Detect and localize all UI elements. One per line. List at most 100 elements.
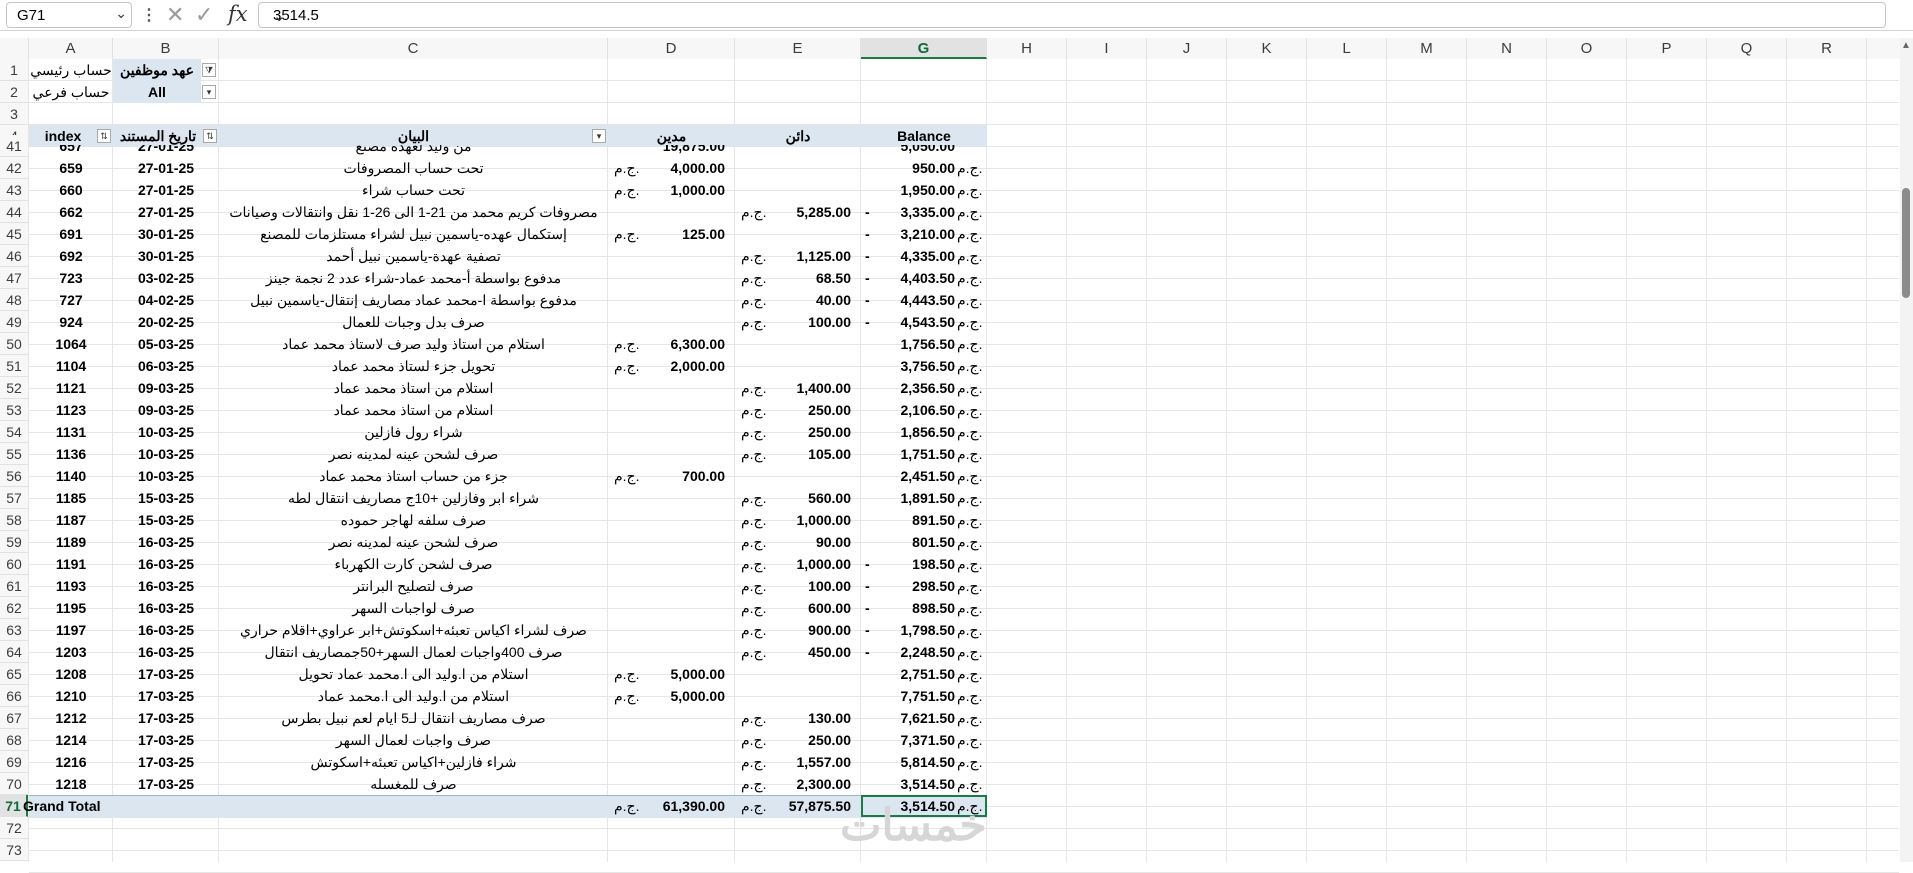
row-clipped: من وليد لعهدة مصنع xyxy=(355,145,472,154)
row-credit: 250.00 xyxy=(808,732,851,748)
row-header-45[interactable]: 45 xyxy=(0,223,28,245)
column-header-b[interactable]: B xyxy=(113,38,219,59)
row-header-64[interactable]: 64 xyxy=(0,641,28,663)
currency-symbol: ج.م. xyxy=(957,732,983,748)
row-date: 16-03-25 xyxy=(137,644,195,660)
row-date: 30-01-25 xyxy=(137,226,195,242)
row-header-63[interactable]: 63 xyxy=(0,619,28,641)
row-header-1[interactable]: 1 xyxy=(0,59,28,81)
row-header-50[interactable]: 50 xyxy=(0,333,28,355)
row-header-65[interactable]: 65 xyxy=(0,663,28,685)
filter-applied-icon[interactable]: ⧩ xyxy=(202,63,216,77)
row-header-67[interactable]: 67 xyxy=(0,707,28,729)
dropdown-icon[interactable]: ▾ xyxy=(592,129,606,143)
row-header-62[interactable]: 62 xyxy=(0,597,28,619)
row-date: 15-03-25 xyxy=(137,490,195,506)
header-debit[interactable]: مدين xyxy=(608,125,735,147)
row-header-43[interactable]: 43 xyxy=(0,179,28,201)
scroll-up-icon[interactable]: ▲ xyxy=(1901,40,1911,51)
chevron-down-icon[interactable]: ⌄ xyxy=(115,5,127,22)
row-header-59[interactable]: 59 xyxy=(0,531,28,553)
row-header-72[interactable]: 72 xyxy=(0,817,28,839)
row-header-52[interactable]: 52 xyxy=(0,377,28,399)
column-header-r[interactable]: R xyxy=(1787,38,1867,59)
currency-symbol: ج.م. xyxy=(957,248,983,264)
pivot-filter-value[interactable]: عهد موظفين xyxy=(113,59,201,81)
column-header-d[interactable]: D xyxy=(608,38,735,59)
row-header-42[interactable]: 42 xyxy=(0,157,28,179)
column-header-j[interactable]: J xyxy=(1147,38,1227,59)
header-index[interactable]: index xyxy=(29,125,97,147)
confirm-icon[interactable]: ✓ xyxy=(195,2,213,28)
row-header-73[interactable]: 73 xyxy=(0,839,28,861)
scroll-thumb[interactable] xyxy=(1902,188,1910,298)
column-header-n[interactable]: N xyxy=(1467,38,1547,59)
row-header-3[interactable]: 3 xyxy=(0,103,28,125)
row-header-57[interactable]: 57 xyxy=(0,487,28,509)
row-header-48[interactable]: 48 xyxy=(0,289,28,311)
gridline xyxy=(1226,59,1227,862)
column-header-i[interactable]: I xyxy=(1067,38,1147,59)
row-header-54[interactable]: 54 xyxy=(0,421,28,443)
row-header-70[interactable]: 70 xyxy=(0,773,28,795)
row-header-60[interactable]: 60 xyxy=(0,553,28,575)
row-header-44[interactable]: 44 xyxy=(0,201,28,223)
row-header-66[interactable]: 66 xyxy=(0,685,28,707)
vertical-scrollbar[interactable]: ▲ xyxy=(1900,38,1913,862)
column-header-h[interactable]: H xyxy=(987,38,1067,59)
row-index: 1191 xyxy=(55,556,87,572)
header-description[interactable]: البيان xyxy=(219,125,608,147)
row-header-68[interactable]: 68 xyxy=(0,729,28,751)
row-debit: 125.00 xyxy=(682,226,725,242)
dropdown-icon[interactable]: ▾ xyxy=(202,85,216,99)
row-index: 1189 xyxy=(55,534,87,550)
select-all-corner[interactable] xyxy=(0,38,29,59)
header-date[interactable]: تاريخ المستند xyxy=(113,125,203,147)
header-balance[interactable]: Balance xyxy=(861,125,987,147)
column-header-p[interactable]: P xyxy=(1627,38,1707,59)
pivot-filter-value[interactable]: All xyxy=(113,81,201,103)
row-header-2[interactable]: 2 xyxy=(0,81,28,103)
column-header-g[interactable]: G xyxy=(861,38,987,59)
row-balance: 801.50 xyxy=(912,534,955,550)
row-header-41[interactable]: 41 xyxy=(0,135,28,157)
row-header-56[interactable]: 56 xyxy=(0,465,28,487)
column-header-k[interactable]: K xyxy=(1227,38,1307,59)
sort-filter-icon[interactable]: ⇅ xyxy=(203,129,217,143)
more-options-icon[interactable]: ⋮ xyxy=(141,5,157,25)
spreadsheet-grid[interactable]: حساب رئيسي عهد موظفين ⧩ حساب فرعي All ▾ index ت… xyxy=(23,59,1899,873)
name-box[interactable]: G71 ⌄ xyxy=(6,2,132,28)
column-header-o[interactable]: O xyxy=(1547,38,1627,59)
sort-filter-icon[interactable]: ⇅ xyxy=(97,129,111,143)
row-header-47[interactable]: 47 xyxy=(0,267,28,289)
insert-function-icon[interactable]: fx xyxy=(228,2,248,26)
header-credit[interactable]: دائن xyxy=(735,125,861,147)
column-header-c[interactable]: C xyxy=(219,38,608,59)
row-index: 1195 xyxy=(55,600,87,616)
row-header-69[interactable]: 69 xyxy=(0,751,28,773)
column-header-e[interactable]: E xyxy=(735,38,861,59)
row-credit: 1,125.00 xyxy=(796,248,852,264)
row-header-55[interactable]: 55 xyxy=(0,443,28,465)
formula-input[interactable]: 3514.5 ⌄ xyxy=(258,2,1886,28)
row-description: استلام من ا.وليد الى ا.محمد عماد xyxy=(317,688,510,704)
row-index: 1203 xyxy=(55,644,87,660)
row-header-58[interactable]: 58 xyxy=(0,509,28,531)
row-balance: 7,371.50 xyxy=(900,732,956,748)
row-header-61[interactable]: 61 xyxy=(0,575,28,597)
row-index: 1212 xyxy=(55,710,87,726)
row-header-51[interactable]: 51 xyxy=(0,355,28,377)
cancel-icon[interactable]: ✕ xyxy=(166,2,184,28)
row-credit: 560.00 xyxy=(808,490,851,506)
expand-formula-bar-icon[interactable]: ⌄ xyxy=(273,7,1877,25)
row-description: صرف مصاريف انتقال لـ5 ايام لعم نبيل بطرس xyxy=(281,710,546,726)
currency-symbol: ج.م. xyxy=(957,226,983,242)
row-header-53[interactable]: 53 xyxy=(0,399,28,421)
row-index: 662 xyxy=(59,204,83,220)
column-header-m[interactable]: M xyxy=(1387,38,1467,59)
column-header-l[interactable]: L xyxy=(1307,38,1387,59)
row-header-46[interactable]: 46 xyxy=(0,245,28,267)
column-header-a[interactable]: A xyxy=(29,38,113,59)
row-header-49[interactable]: 49 xyxy=(0,311,28,333)
column-header-q[interactable]: Q xyxy=(1707,38,1787,59)
